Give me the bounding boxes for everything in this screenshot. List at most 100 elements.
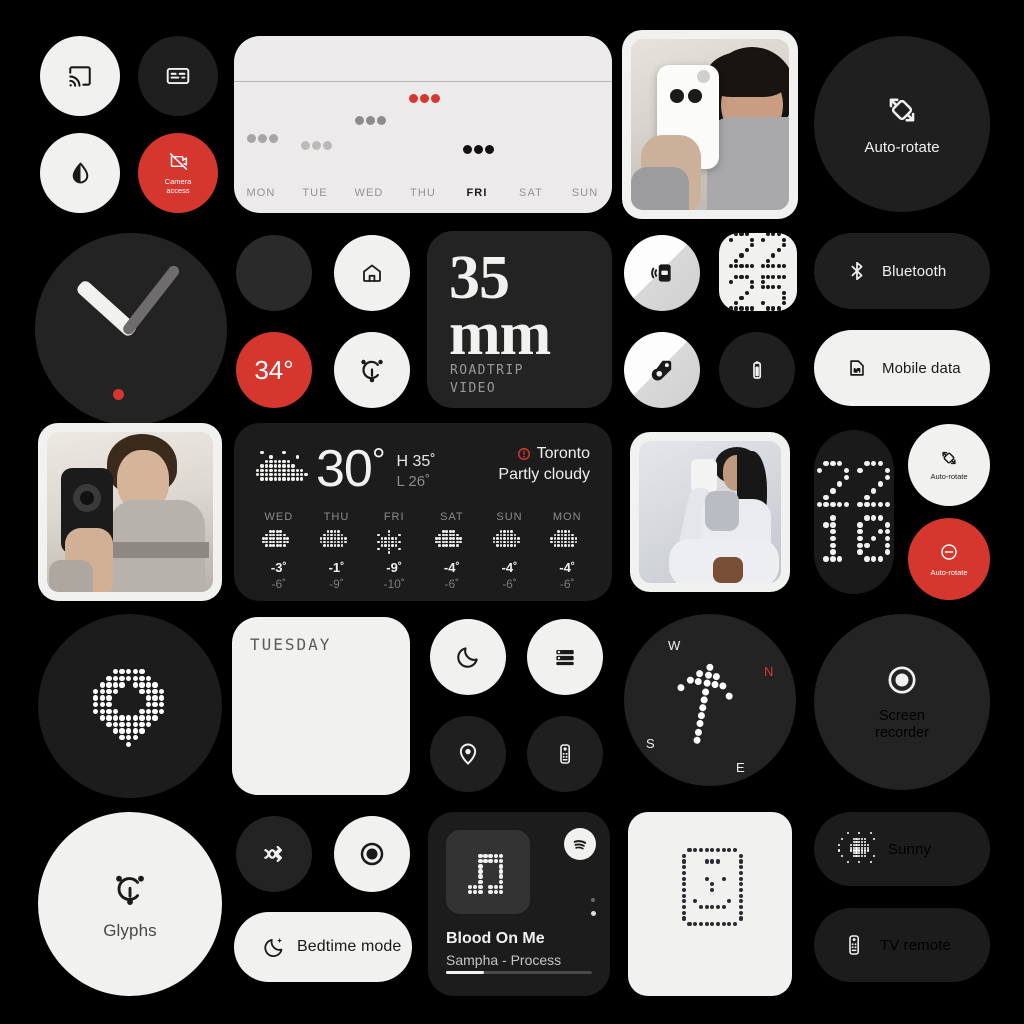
week-day-labels: MON TUE WED THU FRI SAT SUN xyxy=(234,187,612,199)
week-activity-widget[interactable]: MON TUE WED THU FRI SAT SUN xyxy=(234,36,612,213)
photo-widget-mid-right[interactable] xyxy=(630,432,790,592)
photo-widget-mid-left[interactable] xyxy=(38,423,222,601)
album-art xyxy=(446,830,530,914)
forecast-icon xyxy=(434,530,469,556)
week-day-label: THU xyxy=(410,187,436,199)
forecast-low: -9˚ xyxy=(329,577,344,591)
quick-setting-bedtime-mode[interactable]: Bedtime mode xyxy=(234,912,412,982)
weather-city-label: Toronto xyxy=(536,445,590,462)
quick-setting-glyphs[interactable]: Glyphs xyxy=(38,812,222,996)
phone-face-widget[interactable] xyxy=(628,812,792,996)
forecast-day: SUN -4˚ -6˚ xyxy=(481,511,539,591)
camera-off-icon xyxy=(169,153,187,170)
mobile-data-label: Mobile data xyxy=(882,359,961,377)
quick-setting-moon[interactable] xyxy=(430,619,506,695)
player-dots xyxy=(591,898,596,916)
week-baseline xyxy=(234,81,612,82)
dot-matrix-pin-widget[interactable] xyxy=(38,614,222,798)
temperature-value: 34° xyxy=(254,354,294,385)
camera-access-label-line2: access xyxy=(166,186,190,195)
quick-setting-mobile-data[interactable]: Mobile data xyxy=(814,330,990,406)
quick-setting-auto-rotate-large[interactable]: Auto-rotate xyxy=(814,36,990,212)
quick-setting-camera-access[interactable]: Camera access xyxy=(138,133,218,213)
temperature-chip[interactable]: 34° xyxy=(236,332,312,408)
quick-setting-shuffle[interactable] xyxy=(236,816,312,892)
auto-rotate-icon xyxy=(889,98,915,121)
digital-clock-large[interactable] xyxy=(814,430,894,594)
quick-setting-auto-rotate-off[interactable]: Auto-rotate xyxy=(908,518,990,600)
music-note-dot-icon xyxy=(465,852,511,895)
compass-e: E xyxy=(736,760,745,775)
quick-setting-remote[interactable] xyxy=(527,716,603,792)
quick-setting-list[interactable] xyxy=(527,619,603,695)
week-day-label: FRI xyxy=(466,187,488,199)
compass-widget[interactable]: W N S E xyxy=(624,614,796,786)
quick-setting-nfc[interactable] xyxy=(624,332,700,408)
track-artist-album: Sampha - Process xyxy=(446,952,562,968)
compass-n: N xyxy=(764,664,774,679)
quick-setting-location[interactable] xyxy=(430,716,506,792)
captions-icon xyxy=(166,67,190,85)
record-icon xyxy=(888,665,916,694)
bedtime-mode-label: Bedtime mode xyxy=(297,938,402,955)
forecast-low: -6˚ xyxy=(444,577,460,591)
photo-selfie-1 xyxy=(631,39,789,210)
clock-minute-hand xyxy=(120,263,182,337)
quick-setting-battery[interactable] xyxy=(719,332,795,408)
week-day-label: SUN xyxy=(571,187,599,199)
forecast-low: -6˚ xyxy=(559,577,575,591)
moon-star-icon xyxy=(264,938,283,958)
week-dot-group xyxy=(463,145,494,155)
week-dot-group xyxy=(409,94,440,104)
quick-setting-phone-vibrate[interactable] xyxy=(624,235,700,311)
quick-setting-home[interactable] xyxy=(334,235,410,311)
home-icon xyxy=(363,264,381,282)
auto-rotate-off-label: Auto-rotate xyxy=(930,567,968,577)
quick-setting-auto-rotate-small[interactable]: Auto-rotate xyxy=(908,424,990,506)
quick-setting-captions[interactable] xyxy=(138,36,218,116)
forecast-high: -1˚ xyxy=(328,560,345,575)
quick-setting-tv-remote[interactable]: TV remote xyxy=(814,908,990,982)
quick-setting-contrast[interactable] xyxy=(40,133,120,213)
week-dot-group xyxy=(247,133,278,143)
cast-icon xyxy=(69,66,91,87)
shuffle-icon xyxy=(264,845,283,863)
digital-clock-small[interactable] xyxy=(719,233,797,311)
auto-rotate-icon xyxy=(942,451,956,465)
photo-widget-top-right[interactable] xyxy=(622,30,798,219)
film-unit: mm xyxy=(449,300,551,368)
tv-remote-label: TV remote xyxy=(880,936,951,954)
film-widget[interactable]: 35 mm ROADTRIP VIDEO xyxy=(427,231,612,408)
contrast-droplet-icon xyxy=(72,162,88,183)
photo-seated-person xyxy=(639,441,781,583)
weather-low: L 26˚ xyxy=(396,473,431,490)
quick-setting-screen-recorder[interactable]: Screen recorder xyxy=(814,614,990,790)
forecast-day-name: THU xyxy=(323,511,350,523)
weather-widget[interactable]: 30° H 35˚ L 26˚ Toronto Partly cloudy WE… xyxy=(234,423,612,601)
week-day-label: MON xyxy=(246,187,276,199)
note-widget[interactable]: TUESDAY xyxy=(232,617,410,795)
forecast-day-name: WED xyxy=(264,511,294,523)
progress-fill xyxy=(446,971,484,974)
forecast-day-name: FRI xyxy=(383,511,405,523)
moon-icon xyxy=(457,647,478,668)
sun-dot-matrix-icon xyxy=(838,831,875,867)
quick-setting-celsius-glyph[interactable] xyxy=(334,332,410,408)
forecast-high: -4˚ xyxy=(501,560,518,575)
quick-setting-cast[interactable] xyxy=(40,36,120,116)
music-player-widget[interactable]: Blood On Me Sampha - Process xyxy=(428,812,610,996)
spotify-icon[interactable] xyxy=(564,828,596,860)
analog-clock-widget[interactable] xyxy=(35,233,227,425)
quick-setting-sunny[interactable]: Sunny xyxy=(814,812,990,886)
quick-setting-record[interactable] xyxy=(334,816,410,892)
glyph-c-icon xyxy=(116,875,144,905)
quick-setting-placeholder[interactable] xyxy=(236,235,312,311)
quick-setting-bluetooth[interactable]: Bluetooth xyxy=(814,233,990,309)
week-dot-group xyxy=(355,115,386,125)
forecast-high: -4˚ xyxy=(443,560,460,575)
progress-bar[interactable] xyxy=(446,971,592,974)
dot-matrix-phone-face-icon xyxy=(670,844,750,964)
forecast-day-name: SUN xyxy=(496,511,523,523)
dot-matrix-pin-icon xyxy=(93,669,167,747)
spotify-glyph xyxy=(573,840,587,850)
